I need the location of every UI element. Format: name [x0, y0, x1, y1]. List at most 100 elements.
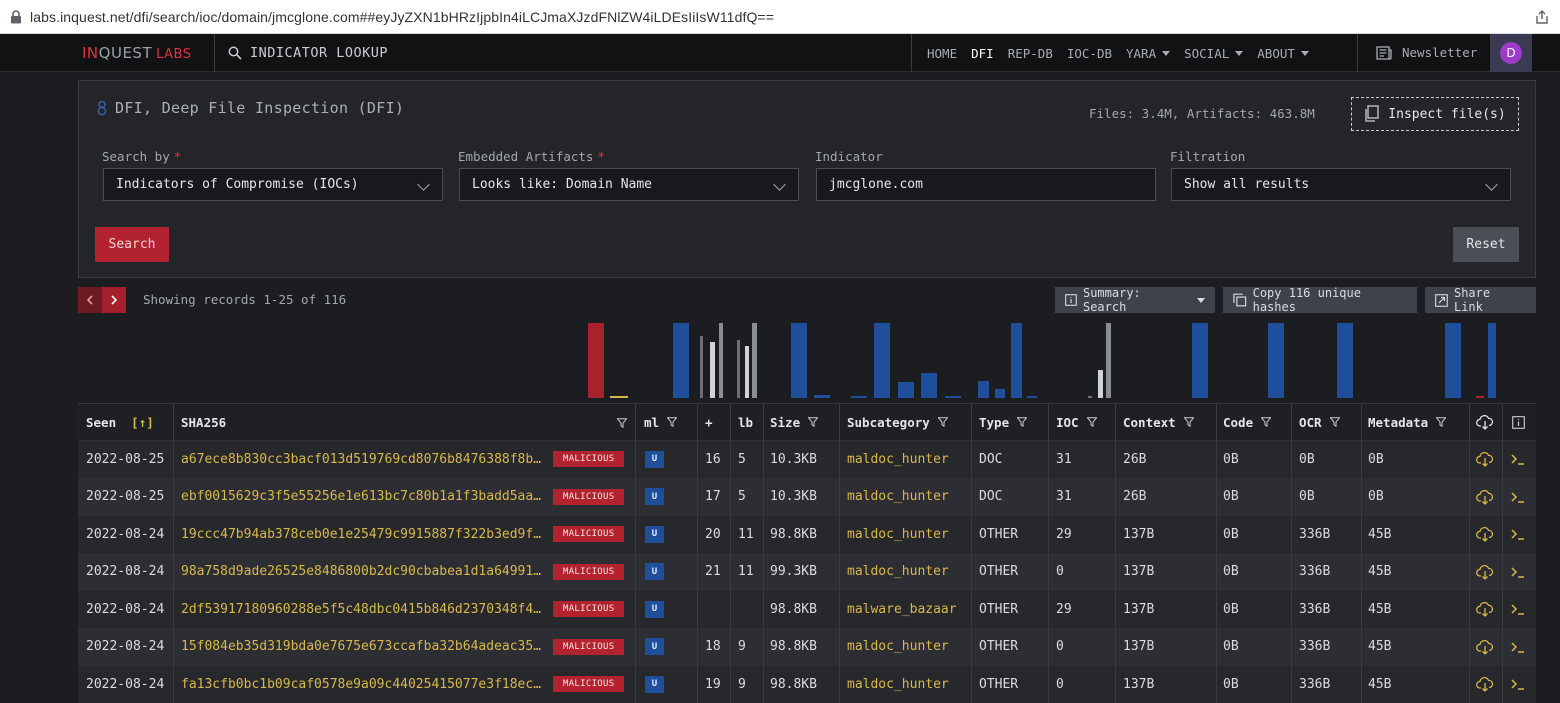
- inquest-labs-logo[interactable]: INQUEST LABS: [82, 44, 192, 62]
- nav-rep-db[interactable]: REP-DB: [1008, 46, 1053, 61]
- share-page-icon[interactable]: [1534, 9, 1550, 25]
- download-button[interactable]: [1476, 516, 1494, 553]
- col-download[interactable]: [1476, 404, 1494, 440]
- col-size[interactable]: Size: [770, 404, 819, 440]
- filtration-select[interactable]: Show all results: [1171, 168, 1511, 201]
- col-lb[interactable]: lb: [738, 404, 753, 440]
- col-type[interactable]: Type: [979, 404, 1028, 440]
- nav-about[interactable]: ABOUT: [1257, 46, 1309, 61]
- inspect-files-button[interactable]: Inspect file(s): [1351, 97, 1519, 131]
- nav-yara[interactable]: YARA: [1126, 46, 1171, 61]
- table-row[interactable]: 2022-08-24 2df53917180960288e5f5c48dbc041…: [78, 591, 1536, 629]
- nav-ioc-db[interactable]: IOC-DB: [1067, 46, 1112, 61]
- terminal-button[interactable]: [1511, 554, 1525, 591]
- terminal-button[interactable]: [1511, 441, 1525, 478]
- hist-bar: [791, 323, 807, 398]
- filter-icon[interactable]: [1436, 417, 1447, 427]
- cell-subcategory[interactable]: malware_bazaar: [847, 591, 957, 628]
- next-page-button[interactable]: [102, 287, 126, 313]
- filter-icon[interactable]: [667, 417, 678, 427]
- external-link-icon: [1435, 293, 1448, 307]
- hist-bar: [1088, 396, 1092, 398]
- info-icon: [1065, 294, 1077, 306]
- browser-address-bar[interactable]: labs.inquest.net/dfi/search/ioc/domain/j…: [0, 0, 1560, 34]
- dataset-stats: Files: 3.4M, Artifacts: 463.8M: [1089, 106, 1315, 121]
- newsletter-link[interactable]: Newsletter: [1376, 45, 1477, 60]
- download-button[interactable]: [1476, 629, 1494, 666]
- filter-icon[interactable]: [1017, 417, 1028, 427]
- filter-icon[interactable]: [1329, 417, 1340, 427]
- terminal-button[interactable]: [1511, 666, 1525, 703]
- download-button[interactable]: [1476, 554, 1494, 591]
- table-row[interactable]: 2022-08-24 98a758d9ade26525e8486800b2dc90…: [78, 553, 1536, 591]
- file-copy-icon: [1365, 105, 1379, 122]
- cell-subcategory[interactable]: maldoc_hunter: [847, 666, 949, 703]
- nav-social[interactable]: SOCIAL: [1184, 46, 1244, 61]
- table-row[interactable]: 2022-08-25 a67ece8b830cc3bacf013d519769cd…: [78, 441, 1536, 479]
- terminal-button[interactable]: [1511, 629, 1525, 666]
- embedded-artifacts-select[interactable]: Looks like: Domain Name: [459, 168, 799, 201]
- cell-sha256[interactable]: 98a758d9ade26525e8486800b2dc90cbabea1d1a…: [181, 554, 549, 591]
- col-sep: [1115, 404, 1116, 440]
- table-row[interactable]: 2022-08-24 fa13cfb0bc1b09caf0578e9a09c440…: [78, 666, 1536, 703]
- sort-indicator[interactable]: [↑]: [131, 415, 154, 430]
- filter-icon[interactable]: [1086, 417, 1097, 427]
- col-subcategory[interactable]: Subcategory: [847, 404, 948, 440]
- download-button[interactable]: [1476, 441, 1494, 478]
- col-ioc[interactable]: IOC: [1056, 404, 1097, 440]
- filter-icon[interactable]: [617, 418, 627, 428]
- filter-icon[interactable]: [1183, 417, 1194, 427]
- summary-dropdown[interactable]: Summary: Search: [1055, 286, 1215, 314]
- cell-subcategory[interactable]: maldoc_hunter: [847, 441, 949, 478]
- terminal-button[interactable]: [1511, 591, 1525, 628]
- download-button[interactable]: [1476, 479, 1494, 516]
- search-by-select[interactable]: Indicators of Compromise (IOCs): [103, 168, 443, 201]
- col-details[interactable]: [1512, 404, 1525, 440]
- reset-button[interactable]: Reset: [1453, 227, 1519, 262]
- logo-labs: LABS: [156, 47, 192, 62]
- cell-sha256[interactable]: 15f084eb35d319bda0e7675e673ccafba32b64ad…: [181, 629, 549, 666]
- cell-sha256[interactable]: 19ccc47b94ab378ceb0e1e25479c9915887f322b…: [181, 516, 549, 553]
- table-row[interactable]: 2022-08-24 19ccc47b94ab378ceb0e1e25479c99…: [78, 516, 1536, 554]
- indicator-input[interactable]: jmcglone.com: [816, 168, 1156, 201]
- cell-subcategory[interactable]: maldoc_hunter: [847, 516, 949, 553]
- nav-home[interactable]: HOME: [927, 46, 957, 61]
- url-text[interactable]: labs.inquest.net/dfi/search/ioc/domain/j…: [30, 9, 774, 25]
- cell-subcategory[interactable]: maldoc_hunter: [847, 479, 949, 516]
- col-code[interactable]: Code: [1223, 404, 1272, 440]
- col-sep: [730, 516, 731, 553]
- col-plus[interactable]: +: [705, 404, 713, 440]
- filter-icon[interactable]: [1261, 417, 1272, 427]
- filter-icon[interactable]: [808, 417, 819, 427]
- search-button[interactable]: Search: [95, 227, 169, 262]
- col-metadata[interactable]: Metadata: [1368, 404, 1447, 440]
- cell-sha256[interactable]: 2df53917180960288e5f5c48dbc0415b846d2370…: [181, 591, 549, 628]
- table-row[interactable]: 2022-08-25 ebf0015629c3f5e55256e1e613bc7c…: [78, 478, 1536, 516]
- download-button[interactable]: [1476, 666, 1494, 703]
- col-seen[interactable]: Seen [↑]: [86, 404, 154, 440]
- filter-icon[interactable]: [937, 417, 948, 427]
- user-menu[interactable]: D: [1490, 34, 1532, 72]
- cell-ocr: 0B: [1299, 489, 1315, 505]
- col-sha256[interactable]: SHA256: [181, 404, 226, 440]
- col-ocr[interactable]: OCR: [1299, 404, 1340, 440]
- share-link-button[interactable]: Share Link: [1425, 286, 1536, 314]
- cell-sha256[interactable]: fa13cfb0bc1b09caf0578e9a09c44025415077e3…: [181, 666, 549, 703]
- nav-dfi[interactable]: DFI: [971, 46, 994, 61]
- ml-cell: U: [645, 441, 664, 478]
- cell-type: OTHER: [979, 639, 1019, 655]
- cell-subcategory[interactable]: maldoc_hunter: [847, 629, 949, 666]
- terminal-button[interactable]: [1511, 516, 1525, 553]
- terminal-button[interactable]: [1511, 479, 1525, 516]
- indicator-lookup[interactable]: INDICATOR LOOKUP: [228, 45, 388, 61]
- cell-subcategory[interactable]: maldoc_hunter: [847, 554, 949, 591]
- download-button[interactable]: [1476, 591, 1494, 628]
- cell-sha256[interactable]: ebf0015629c3f5e55256e1e613bc7c80b1a1f3ba…: [181, 479, 549, 516]
- copy-hashes-button[interactable]: Copy 116 unique hashes: [1223, 286, 1417, 314]
- col-context[interactable]: Context: [1123, 404, 1194, 440]
- cloud-download-icon: [1476, 639, 1494, 655]
- table-row[interactable]: 2022-08-24 15f084eb35d319bda0e7675e673cca…: [78, 628, 1536, 666]
- cell-sha256[interactable]: a67ece8b830cc3bacf013d519769cd8076b84763…: [181, 441, 549, 478]
- col-ml[interactable]: ml: [644, 404, 678, 440]
- prev-page-button[interactable]: [78, 287, 102, 313]
